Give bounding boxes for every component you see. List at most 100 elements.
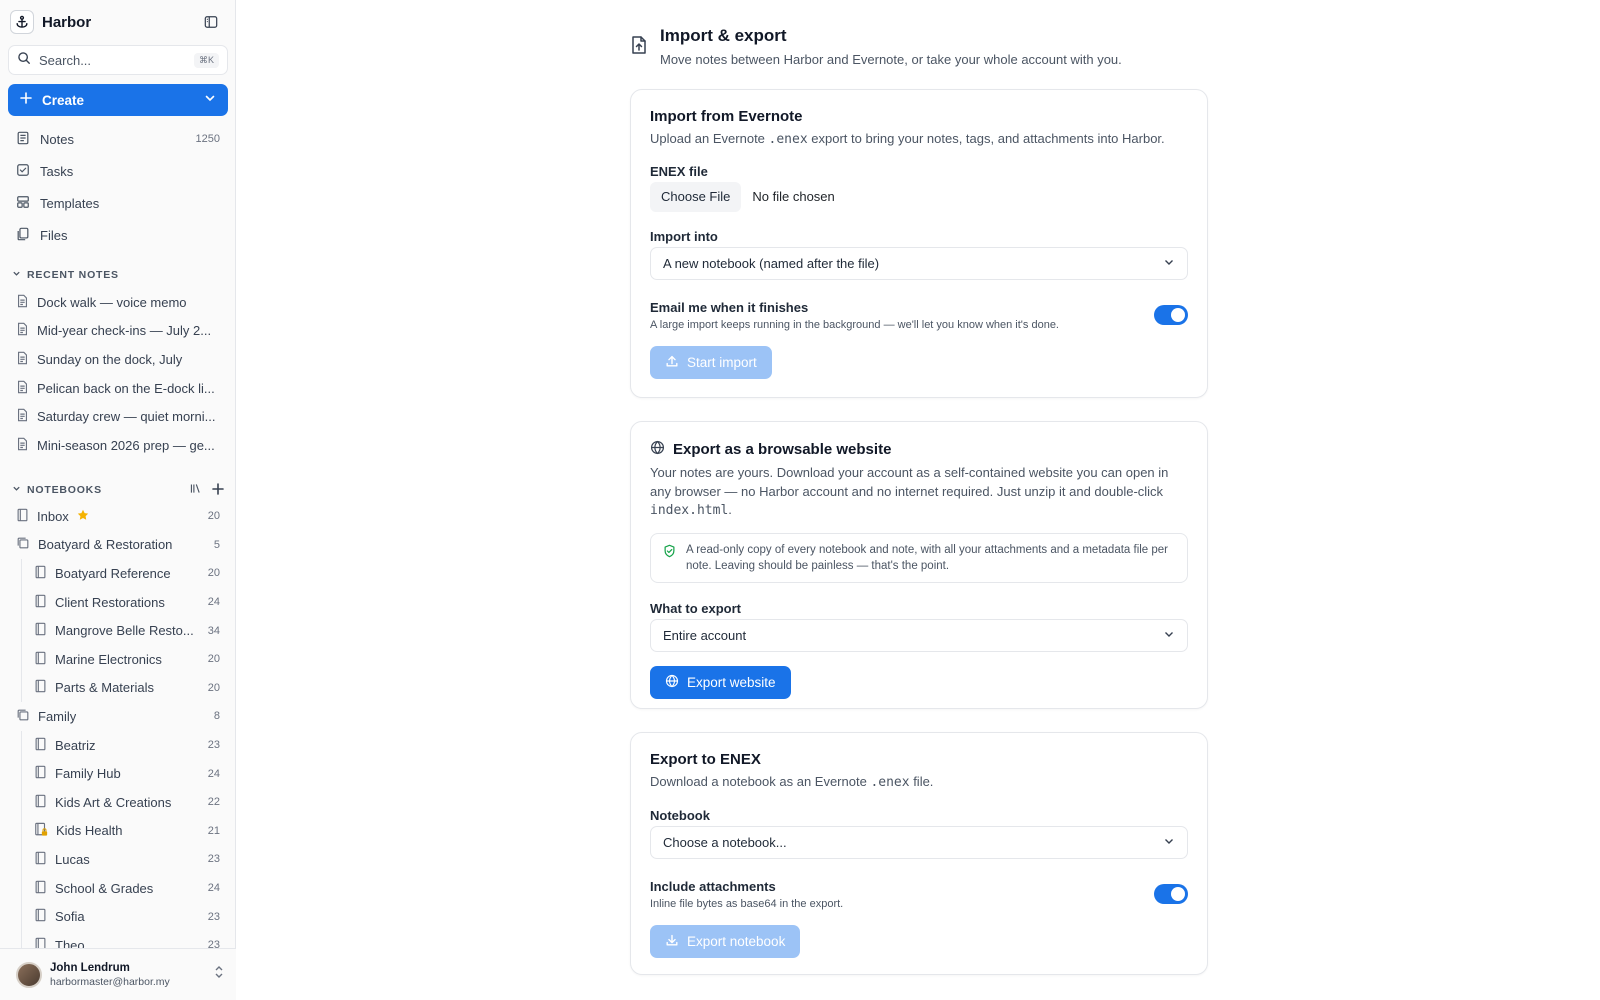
recent-note-item[interactable]: Mid-year check-ins — July 2... <box>8 317 228 346</box>
notebook-count: 24 <box>207 882 220 895</box>
create-button[interactable]: Create <box>8 84 228 116</box>
select-value: Choose a notebook... <box>663 834 787 850</box>
chevron-down-icon[interactable] <box>204 91 216 109</box>
stack-icon <box>16 708 30 725</box>
notebook-icon <box>34 565 47 582</box>
library-icon[interactable] <box>189 482 202 498</box>
desc-text: export to bring your notes, tags, and at… <box>807 131 1165 146</box>
notebook-icon <box>34 679 47 696</box>
sidebar-toggle-icon[interactable] <box>202 13 220 31</box>
nav-label: Files <box>40 227 68 243</box>
notebook-stack-item[interactable]: Family 8 <box>8 702 228 731</box>
add-notebook-icon[interactable] <box>212 482 224 498</box>
notebook-item[interactable]: Inbox 20 <box>8 502 228 531</box>
notebook-count: 22 <box>207 796 220 809</box>
nav-item-tasks[interactable]: Tasks <box>8 155 228 187</box>
email-toggle[interactable] <box>1154 305 1188 325</box>
export-website-button[interactable]: Export website <box>650 665 791 699</box>
app-name: Harbor <box>42 13 92 31</box>
notebook-item[interactable]: Family Hub 24 <box>8 759 228 788</box>
notebook-label: School & Grades <box>55 880 154 896</box>
email-toggle-label: Email me when it finishes <box>650 299 809 315</box>
nav-item-files[interactable]: Files <box>8 219 228 251</box>
attachments-toggle-label: Include attachments <box>650 878 776 894</box>
notebook-item[interactable]: School & Grades 24 <box>8 873 228 903</box>
notebook-label: Beatriz <box>55 737 96 753</box>
notebook-label: Parts & Materials <box>55 680 154 696</box>
file-status: No file chosen <box>752 189 835 204</box>
search-input[interactable]: Search... ⌘K <box>8 45 228 75</box>
recent-note-title: Saturday crew — quiet morni... <box>37 409 216 425</box>
attachments-toggle-help: Inline file bytes as base64 in the expor… <box>650 897 844 910</box>
import-into-select[interactable]: A new notebook (named after the file) <box>650 246 1188 280</box>
notebooks-header[interactable]: NOTEBOOKS <box>12 482 224 498</box>
notebook-item[interactable]: Kids Health 21 <box>8 816 228 846</box>
select-value: A new notebook (named after the file) <box>663 255 880 271</box>
notebook-label: Boatyard & Restoration <box>38 537 173 553</box>
notebook-count: 21 <box>207 824 220 837</box>
search-placeholder: Search... <box>39 52 92 68</box>
notebook-icon <box>34 794 47 811</box>
notebook-item[interactable]: Mangrove Belle Resto... 34 <box>8 616 228 645</box>
download-icon <box>665 933 679 950</box>
desc-text: Your notes are yours. Download your acco… <box>650 465 1169 499</box>
notebook-count: 5 <box>213 538 220 551</box>
attachments-toggle[interactable] <box>1154 884 1188 904</box>
globe-icon <box>650 440 665 459</box>
section-title: RECENT NOTES <box>27 269 119 281</box>
import-card: Import from Evernote Upload an Evernote … <box>630 89 1208 398</box>
search-icon <box>17 51 31 70</box>
recent-notes-list: Dock walk — voice memo Mid-year check-ins… <box>8 288 228 460</box>
notebook-item[interactable]: Client Restorations 24 <box>8 587 228 617</box>
choose-file-button[interactable]: Choose File <box>650 181 742 212</box>
nav-item-templates[interactable]: Templates <box>8 187 228 219</box>
notebook-label: Notebook <box>650 807 710 823</box>
notebook-item[interactable]: Marine Electronics 20 <box>8 644 228 674</box>
anchor-icon <box>10 10 34 34</box>
what-to-export-select[interactable]: Entire account <box>650 618 1188 652</box>
nav-label: Templates <box>40 195 100 211</box>
notebook-label: Boatyard Reference <box>55 565 171 581</box>
notebook-item[interactable]: Boatyard Reference 20 <box>8 559 228 588</box>
notebook-item[interactable]: Beatriz 23 <box>8 730 228 760</box>
nav-item-notes[interactable]: Notes 1250 <box>8 123 228 155</box>
notebook-label: Inbox <box>37 508 69 524</box>
notebook-count: 23 <box>207 853 220 866</box>
card-title: Export to ENEX <box>650 751 761 768</box>
desc-text: file. <box>909 774 934 789</box>
recent-note-item[interactable]: Mini-season 2026 prep — ge... <box>8 431 228 460</box>
notebook-select[interactable]: Choose a notebook... <box>650 825 1188 859</box>
notebook-label: Kids Health <box>56 823 123 839</box>
chevron-up-down-icon <box>214 965 224 984</box>
recent-note-item[interactable]: Sunday on the dock, July <box>8 345 228 374</box>
file-upload-icon <box>630 35 648 67</box>
user-menu[interactable]: John Lendrum harbormaster@harbor.my <box>0 948 236 1000</box>
recent-note-item[interactable]: Pelican back on the E-dock li... <box>8 374 228 403</box>
upload-icon <box>665 354 679 371</box>
create-label: Create <box>42 92 85 108</box>
start-import-button[interactable]: Start import <box>650 345 772 379</box>
notebook-item[interactable]: Lucas 23 <box>8 845 228 874</box>
recent-note-item[interactable]: Saturday crew — quiet morni... <box>8 402 228 431</box>
tasks-icon <box>16 163 30 180</box>
notebook-item[interactable]: Kids Art & Creations 22 <box>8 787 228 817</box>
export-notebook-button[interactable]: Export notebook <box>650 924 801 958</box>
notebook-item[interactable]: Parts & Materials 20 <box>8 673 228 703</box>
main-nav: Notes 1250 Tasks Templates Files <box>8 123 228 251</box>
shield-check-icon <box>663 544 676 574</box>
info-callout: A read-only copy of every notebook and n… <box>650 532 1188 583</box>
recent-note-item[interactable]: Dock walk — voice memo <box>8 288 228 317</box>
notebook-label: Sofia <box>55 909 85 925</box>
notebook-stack-item[interactable]: Boatyard & Restoration 5 <box>8 531 228 560</box>
notebooks-list: Inbox 20 Boatyard & Restoration 5 Boatyard R… <box>8 502 228 960</box>
notebook-icon <box>34 765 47 782</box>
button-label: Export website <box>687 674 776 690</box>
recent-note-title: Sunday on the dock, July <box>37 351 183 367</box>
brand[interactable]: Harbor <box>10 10 91 34</box>
notebook-item[interactable]: Sofia 23 <box>8 902 228 931</box>
notebook-label: Mangrove Belle Resto... <box>55 623 194 639</box>
desc-text: Upload an Evernote <box>650 131 769 146</box>
recent-notes-header[interactable]: RECENT NOTES <box>12 269 224 281</box>
card-title: Export as a browsable website <box>673 441 892 458</box>
recent-note-title: Dock walk — voice memo <box>37 294 187 310</box>
